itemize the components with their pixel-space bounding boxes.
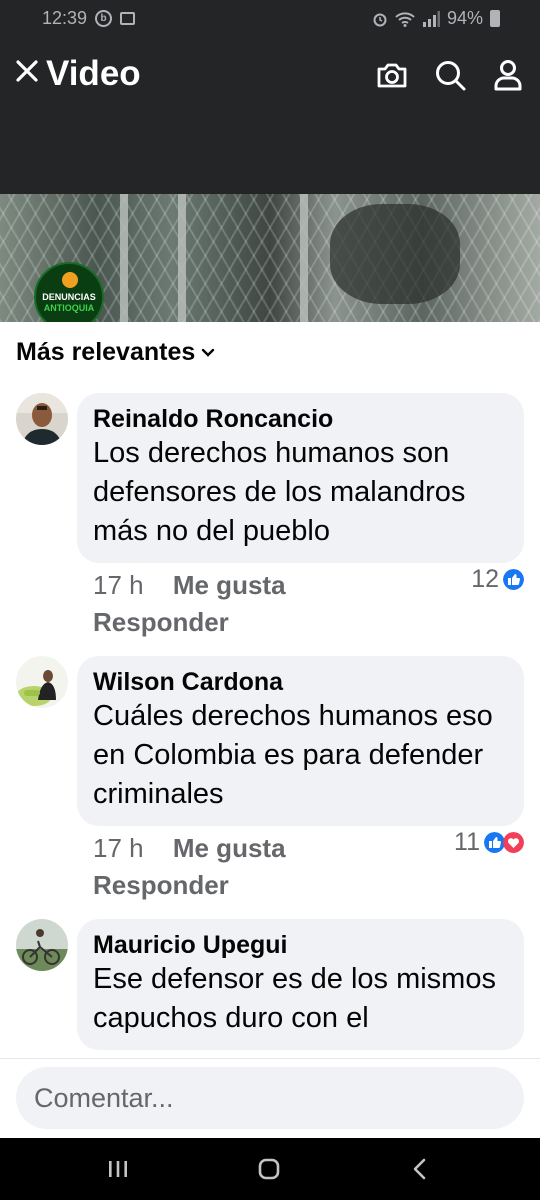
recent-apps-icon[interactable] [103, 1154, 133, 1184]
status-time: 12:39 [42, 8, 88, 28]
comment-bubble[interactable]: Mauricio Upegui Ese defensor es de los m… [77, 919, 524, 1050]
like-button[interactable]: Me gusta [173, 833, 286, 863]
avatar[interactable] [16, 656, 68, 708]
fence-post [178, 194, 186, 322]
alarm-icon [373, 13, 387, 26]
like-icon [503, 569, 524, 590]
comment-time: 17 h [93, 570, 144, 600]
chevron-down-icon [202, 348, 215, 357]
like-button[interactable]: Me gusta [173, 570, 286, 600]
comment-composer [0, 1058, 540, 1138]
close-icon[interactable] [14, 58, 40, 84]
signal-icon [422, 10, 440, 27]
home-icon[interactable] [254, 1154, 284, 1184]
comment-bubble[interactable]: Reinaldo Roncancio Los derechos humanos … [77, 393, 524, 563]
avatar[interactable] [16, 393, 68, 445]
comment-author[interactable]: Mauricio Upegui [93, 930, 508, 960]
comment-text: Cuáles derechos humanos eso en Colombia … [93, 700, 493, 810]
reaction-summary[interactable]: 12 [471, 565, 524, 594]
wifi-icon [395, 11, 415, 27]
reaction-count: 12 [471, 565, 499, 593]
comment-text: Los derechos humanos son defensores de l… [93, 437, 466, 547]
comment-item: Mauricio Upegui Ese defensor es de los m… [0, 919, 540, 1058]
comment-author[interactable]: Wilson Cardona [93, 667, 508, 697]
comment-text: Ese defensor es de los mismos capuchos d… [93, 963, 496, 1034]
like-icon [484, 832, 505, 853]
back-icon[interactable] [405, 1154, 435, 1184]
status-bar: 12:39 b 94% [0, 0, 540, 38]
fence-post [300, 194, 308, 322]
comment-time: 17 h [93, 833, 144, 863]
camera-icon[interactable] [375, 58, 409, 92]
gallery-notification-icon [120, 12, 136, 25]
sort-selector[interactable]: Más relevantes [16, 338, 215, 367]
video-figure [330, 204, 460, 304]
profile-icon[interactable] [491, 58, 525, 92]
status-app-icon: b [95, 10, 113, 27]
reply-button[interactable]: Responder [93, 604, 286, 641]
avatar[interactable] [16, 919, 68, 971]
comment-actions: 17 h Me gusta Responder [93, 830, 286, 904]
reaction-count: 11 [454, 828, 480, 856]
logo-text-line1: DENUNCIAS [42, 292, 96, 302]
reaction-summary[interactable]: 11 [454, 828, 524, 857]
comment-author[interactable]: Reinaldo Roncancio [93, 404, 508, 434]
search-icon[interactable] [433, 58, 467, 92]
love-icon [503, 832, 524, 853]
logo-emblem [62, 272, 78, 288]
page-title: Video [46, 54, 141, 93]
comment-bubble[interactable]: Wilson Cardona Cuáles derechos humanos e… [77, 656, 524, 826]
video-player[interactable]: DENUNCIAS ANTIOQUIA [0, 194, 540, 322]
comment-actions: 17 h Me gusta Responder [93, 567, 286, 641]
video-header: Video [0, 38, 540, 194]
battery-percent: 94% [446, 8, 483, 28]
sort-label: Más relevantes [16, 338, 196, 366]
channel-logo: DENUNCIAS ANTIOQUIA [34, 262, 104, 322]
reply-button[interactable]: Responder [93, 867, 286, 904]
comment-input[interactable] [16, 1067, 524, 1129]
logo-text-line2: ANTIOQUIA [43, 303, 95, 313]
system-nav-bar [0, 1138, 540, 1200]
battery-icon [490, 10, 500, 27]
fence-post [120, 194, 128, 322]
